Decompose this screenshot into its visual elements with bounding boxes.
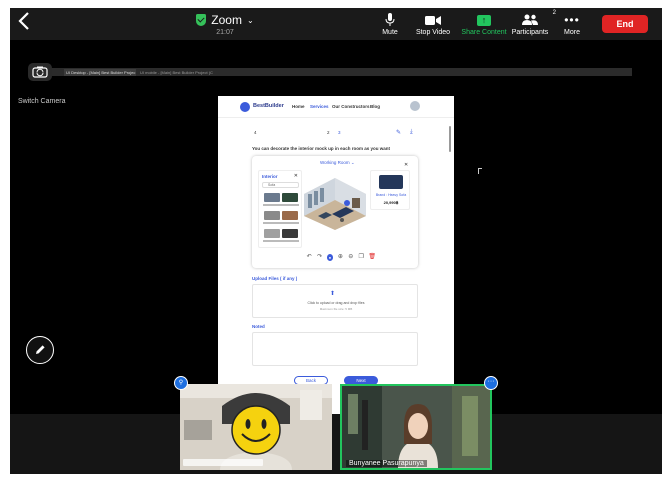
- shield-check-icon: [196, 14, 207, 26]
- sofa-item[interactable]: [282, 211, 298, 220]
- item-label: [263, 240, 281, 242]
- close-icon[interactable]: ✕: [404, 162, 408, 168]
- app-title: Zoom: [211, 13, 242, 27]
- camera-rotate-icon: [32, 66, 48, 78]
- logo-icon: [240, 102, 250, 112]
- microphone-icon: [385, 13, 395, 26]
- noted-textarea[interactable]: [252, 332, 418, 366]
- nav-constructors[interactable]: Our Constructors: [332, 104, 370, 109]
- panel-title: Interior: [262, 174, 278, 179]
- meeting-time: 21:07: [216, 29, 234, 36]
- product-price: 20,990฿: [383, 200, 399, 205]
- participants-icon: [522, 14, 538, 25]
- share-content-label: Share Content: [461, 29, 507, 36]
- more-label: More: [564, 29, 580, 36]
- item-label: [263, 204, 281, 206]
- switch-camera-label: Switch Camera: [18, 98, 66, 105]
- upload-label: Upload Files ( if any ): [252, 276, 298, 281]
- undo-icon[interactable]: ↶: [306, 254, 312, 261]
- room-designer: Working Room ⌄ Interior ✕ Sofa Brand: H…: [252, 156, 418, 268]
- isometric-room-image[interactable]: [302, 174, 368, 232]
- more-dots-icon: •••: [564, 13, 580, 27]
- video-camera-icon: [425, 15, 441, 25]
- stop-video-label: Stop Video: [415, 29, 451, 36]
- sofa-item[interactable]: [282, 229, 298, 238]
- browser-tab[interactable]: UI mobile - [Main] Best Builder Project …: [140, 69, 220, 76]
- zoom-window: Zoom ⌄ 21:07 Mute Stop Video ↑ Share Con…: [10, 8, 662, 474]
- zoom-in-icon[interactable]: ⊕: [337, 254, 343, 261]
- copy-icon[interactable]: ❐: [358, 254, 364, 261]
- close-icon[interactable]: ✕: [294, 173, 298, 179]
- upload-icon: ⬆: [330, 291, 336, 297]
- participant-name: Bunyanee Pasurapunya: [346, 460, 427, 467]
- participants-label: Participants: [511, 29, 549, 36]
- upload-text: Click to upload or drag and drop files: [307, 301, 365, 305]
- web-scrollbar[interactable]: [449, 126, 451, 152]
- shared-webpage: BestBuilder Home Services Our Constructo…: [218, 96, 454, 414]
- participant-video: [180, 384, 332, 470]
- sofa-item[interactable]: [282, 193, 298, 202]
- mouse-cursor: [478, 168, 482, 174]
- panel-search-input[interactable]: Sofa: [262, 182, 299, 188]
- nav-services[interactable]: Services: [310, 104, 329, 109]
- download-icon[interactable]: ⤓: [410, 129, 413, 136]
- pin-icon[interactable]: ⚲: [174, 376, 188, 390]
- meeting-title[interactable]: Zoom ⌄ 21:07: [180, 13, 270, 37]
- chevron-left-icon: [18, 12, 29, 30]
- tile-options-icon[interactable]: ···: [484, 376, 498, 390]
- more-button[interactable]: ••• More: [560, 12, 584, 38]
- decorate-instructions: You can decorate the interior mock up in…: [252, 146, 390, 151]
- item-label: [281, 240, 299, 242]
- pager-next[interactable]: 3: [338, 130, 341, 135]
- product-panel: Brand : Heavy Sofa 20,990฿: [370, 170, 410, 210]
- upload-dropzone[interactable]: ⬆ Click to upload or drag and drop files…: [252, 284, 418, 318]
- sofa-item[interactable]: [264, 229, 280, 238]
- browser-tab-strip: UI Desktop - [Main] Best Builder Projec …: [40, 68, 632, 76]
- pager-current[interactable]: 2: [327, 130, 330, 135]
- chevron-down-icon: ⌄: [246, 15, 254, 25]
- zoom-out-icon[interactable]: ⊖: [348, 254, 354, 261]
- back-button[interactable]: [18, 12, 38, 34]
- nav-home[interactable]: Home: [292, 104, 305, 109]
- pager-prev[interactable]: 4: [254, 130, 257, 135]
- upload-subtext: Maximum file size: 5 MB: [319, 307, 353, 311]
- product-image: [379, 175, 403, 189]
- video-tile[interactable]: [180, 384, 332, 470]
- web-navbar: BestBuilder Home Services Our Constructo…: [218, 96, 454, 118]
- annotate-button[interactable]: [26, 336, 54, 364]
- product-name[interactable]: Brand : Heavy Sofa: [373, 193, 409, 197]
- delete-icon[interactable]: 🗑: [368, 254, 376, 261]
- share-arrow-icon: ↑: [477, 14, 491, 26]
- stop-video-button[interactable]: Stop Video: [412, 12, 454, 38]
- participant-count: 2: [552, 10, 556, 16]
- video-tile-active-speaker[interactable]: Bunyanee Pasurapunya: [340, 384, 492, 470]
- select-icon[interactable]: ●: [326, 254, 334, 261]
- web-logo[interactable]: BestBuilder: [253, 103, 284, 109]
- item-label: [281, 222, 299, 224]
- mute-label: Mute: [382, 29, 398, 36]
- sofa-item[interactable]: [264, 211, 280, 220]
- end-meeting-button[interactable]: End: [602, 15, 648, 33]
- mute-button[interactable]: Mute: [378, 12, 402, 38]
- item-label: [263, 222, 281, 224]
- switch-camera-button[interactable]: [28, 63, 52, 81]
- interior-panel: Interior ✕ Sofa: [258, 170, 302, 248]
- redo-icon[interactable]: ↷: [316, 254, 322, 261]
- participant-name: [183, 459, 263, 466]
- pencil-icon: [36, 345, 45, 354]
- top-toolbar: Zoom ⌄ 21:07 Mute Stop Video ↑ Share Con…: [10, 8, 662, 40]
- noted-label: Noted: [252, 324, 265, 329]
- nav-blog[interactable]: Blog: [370, 104, 380, 109]
- edit-icon[interactable]: ✎: [396, 129, 401, 136]
- bottom-strip: [10, 414, 662, 474]
- room-select[interactable]: Working Room ⌄: [320, 160, 355, 166]
- share-content-button[interactable]: ↑ Share Content: [458, 12, 510, 38]
- browser-tab[interactable]: UI Desktop - [Main] Best Builder Projec: [64, 69, 136, 76]
- item-label: [281, 204, 299, 206]
- sofa-item[interactable]: [264, 193, 280, 202]
- designer-toolbar: ↶ ↷ ● ⊕ ⊖ ❐ 🗑: [306, 254, 376, 261]
- avatar[interactable]: [410, 101, 420, 111]
- participants-button[interactable]: 2 Participants: [510, 10, 556, 38]
- participant-video: [342, 386, 490, 468]
